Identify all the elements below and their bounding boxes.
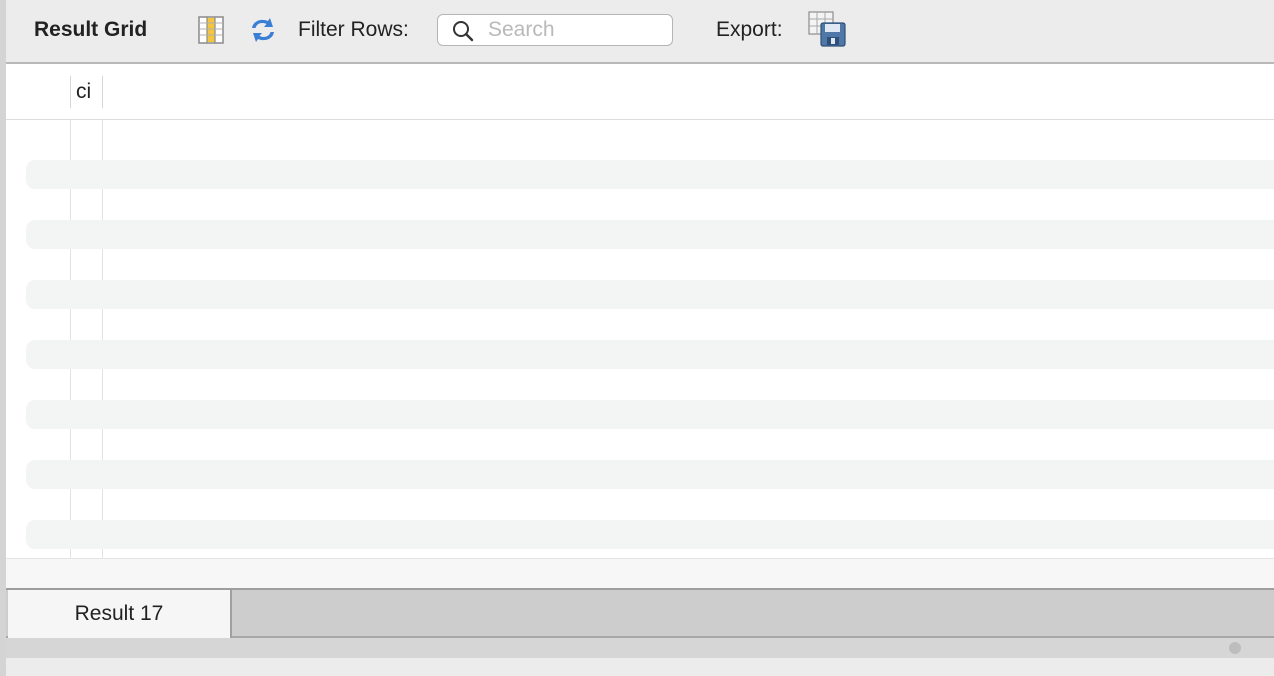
bottom-resize-strip[interactable] xyxy=(6,638,1274,658)
table-row xyxy=(26,160,1274,189)
search-icon xyxy=(452,20,474,42)
header-separator xyxy=(70,76,71,108)
result-grid-title: Result Grid xyxy=(34,18,148,41)
result-tabs-bar: Result 17 xyxy=(6,588,1274,638)
table-row xyxy=(26,340,1274,369)
export-label: Export: xyxy=(716,18,783,41)
table-row xyxy=(26,460,1274,489)
result-grid[interactable]: ci xyxy=(6,64,1274,558)
search-input[interactable] xyxy=(488,17,668,43)
filter-rows-label: Filter Rows: xyxy=(298,18,409,41)
header-separator[interactable] xyxy=(102,76,103,108)
tab-result-17[interactable]: Result 17 xyxy=(8,590,232,638)
export-save-icon[interactable] xyxy=(808,11,846,47)
grid-footer xyxy=(6,558,1274,589)
grid-header: ci xyxy=(6,64,1274,120)
table-row xyxy=(26,220,1274,249)
column-toggle-icon[interactable] xyxy=(197,16,225,44)
column-header-ci[interactable]: ci xyxy=(76,80,91,104)
resize-handle-icon[interactable] xyxy=(1229,642,1241,654)
search-field[interactable] xyxy=(437,14,673,46)
tab-label: Result 17 xyxy=(74,602,164,625)
result-toolbar: Result Grid Filter Rows: Export: xyxy=(6,0,1274,64)
refresh-icon[interactable] xyxy=(247,15,279,45)
bottom-panel xyxy=(6,658,1274,676)
table-row xyxy=(26,520,1274,549)
table-row xyxy=(26,280,1274,309)
table-row xyxy=(26,400,1274,429)
